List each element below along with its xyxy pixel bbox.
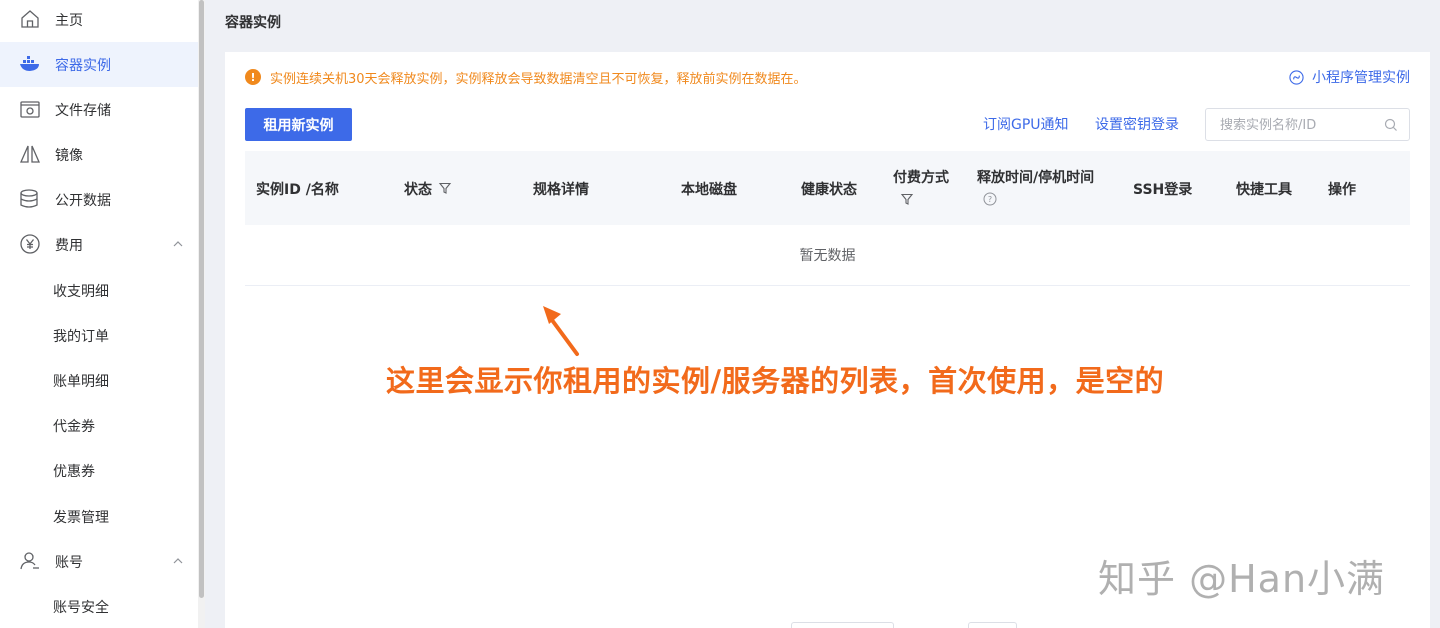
column-health: 健康状态 bbox=[801, 182, 857, 198]
search-input[interactable] bbox=[1220, 116, 1380, 134]
sidebar-item-file-storage[interactable]: 文件存储 bbox=[0, 87, 198, 132]
page-title: 容器实例 bbox=[225, 15, 281, 31]
sidebar-item-container-instances[interactable]: 容器实例 bbox=[0, 42, 198, 87]
table-empty-row: 暂无数据 bbox=[245, 225, 1410, 286]
subscribe-gpu-link[interactable]: 订阅GPU通知 bbox=[983, 114, 1069, 134]
column-payment: 付费方式 bbox=[893, 170, 949, 186]
mini-program-icon bbox=[1289, 69, 1304, 85]
sidebar-item-bill-details[interactable]: 账单明细 bbox=[0, 358, 198, 403]
sidebar-item-fees[interactable]: 费用 bbox=[0, 222, 198, 267]
sidebar-item-label: 账号 bbox=[55, 554, 83, 571]
user-icon bbox=[18, 549, 42, 573]
column-quick-tools: 快捷工具 bbox=[1236, 182, 1292, 198]
sidebar-scrollbar[interactable] bbox=[198, 0, 205, 628]
column-instance-id: 实例ID /名称 bbox=[256, 182, 339, 198]
sidebar-item-label: 容器实例 bbox=[55, 57, 111, 74]
sidebar-item-label: 文件存储 bbox=[55, 102, 111, 119]
container-icon bbox=[18, 52, 42, 76]
yuan-icon bbox=[18, 232, 42, 256]
sidebar-item-label: 镜像 bbox=[55, 147, 83, 164]
sidebar-item-invoices[interactable]: 发票管理 bbox=[0, 494, 198, 539]
mirror-icon bbox=[18, 142, 42, 166]
column-spec: 规格详情 bbox=[533, 182, 589, 198]
sidebar-item-account-security[interactable]: 账号安全 bbox=[0, 584, 198, 628]
chevron-up-icon bbox=[173, 241, 183, 247]
column-release-time: 释放时间/停机时间 bbox=[977, 170, 1095, 186]
storage-icon bbox=[18, 97, 42, 121]
annotation-text: 这里会显示你租用的实例/服务器的列表，首次使用，是空的 bbox=[386, 364, 1165, 398]
help-icon[interactable]: ? bbox=[983, 192, 997, 206]
search-box bbox=[1205, 108, 1410, 141]
empty-text: 暂无数据 bbox=[799, 248, 856, 264]
sidebar: 主页 容器实例 文件存储 镜像 公开数据 费用 收支明细 我的订单 账单明细 代… bbox=[0, 0, 198, 628]
pagination-size-select[interactable] bbox=[791, 622, 894, 628]
sidebar-item-label: 账单明细 bbox=[53, 373, 109, 390]
column-local-disk: 本地磁盘 bbox=[681, 182, 737, 198]
sidebar-item-income-expense[interactable]: 收支明细 bbox=[0, 268, 198, 313]
pagination-jump-input[interactable] bbox=[968, 622, 1017, 628]
chevron-up-icon bbox=[173, 558, 183, 564]
search-icon[interactable] bbox=[1384, 118, 1398, 132]
column-actions: 操作 bbox=[1328, 182, 1356, 198]
mini-program-link-label: 小程序管理实例 bbox=[1312, 70, 1410, 86]
sidebar-item-label: 费用 bbox=[55, 237, 83, 254]
sidebar-item-label: 优惠券 bbox=[53, 463, 95, 480]
column-ssh: SSH登录 bbox=[1133, 182, 1193, 198]
sidebar-item-label: 收支明细 bbox=[53, 283, 109, 300]
sidebar-item-label: 发票管理 bbox=[53, 509, 109, 526]
filter-icon[interactable] bbox=[438, 181, 452, 195]
watermark: 知乎 @Han小满 bbox=[1098, 557, 1386, 601]
sidebar-item-home[interactable]: 主页 bbox=[0, 0, 198, 42]
sidebar-item-label: 公开数据 bbox=[55, 192, 111, 209]
sidebar-item-label: 代金券 bbox=[53, 418, 95, 435]
sidebar-item-coupons[interactable]: 优惠券 bbox=[0, 448, 198, 493]
column-status: 状态 bbox=[404, 182, 432, 198]
svg-text:?: ? bbox=[988, 195, 992, 204]
sidebar-item-vouchers[interactable]: 代金券 bbox=[0, 403, 198, 448]
sidebar-item-mirror[interactable]: 镜像 bbox=[0, 132, 198, 177]
sidebar-item-label: 账号安全 bbox=[53, 599, 109, 616]
sidebar-item-account[interactable]: 账号 bbox=[0, 539, 198, 584]
ssh-key-login-link[interactable]: 设置密钥登录 bbox=[1095, 114, 1179, 134]
annotation-arrow-icon bbox=[543, 306, 579, 356]
mini-program-link[interactable]: 小程序管理实例 bbox=[1289, 66, 1410, 88]
database-icon bbox=[18, 187, 42, 211]
release-notice: ! 实例连续关机30天会释放实例，实例释放会导致数据清空且不可恢复，释放前实例在… bbox=[245, 66, 807, 88]
filter-icon[interactable] bbox=[900, 192, 914, 206]
sidebar-item-public-data[interactable]: 公开数据 bbox=[0, 177, 198, 222]
sidebar-item-my-orders[interactable]: 我的订单 bbox=[0, 313, 198, 358]
sidebar-item-label: 我的订单 bbox=[53, 328, 109, 345]
notice-text: 实例连续关机30天会释放实例，实例释放会导致数据清空且不可恢复，释放前实例在数据… bbox=[270, 71, 807, 87]
sidebar-scrollbar-thumb[interactable] bbox=[199, 0, 204, 598]
sidebar-item-label: 主页 bbox=[55, 12, 83, 29]
rent-new-instance-button[interactable]: 租用新实例 bbox=[245, 108, 352, 141]
warning-icon: ! bbox=[245, 69, 261, 85]
home-icon bbox=[18, 7, 42, 31]
